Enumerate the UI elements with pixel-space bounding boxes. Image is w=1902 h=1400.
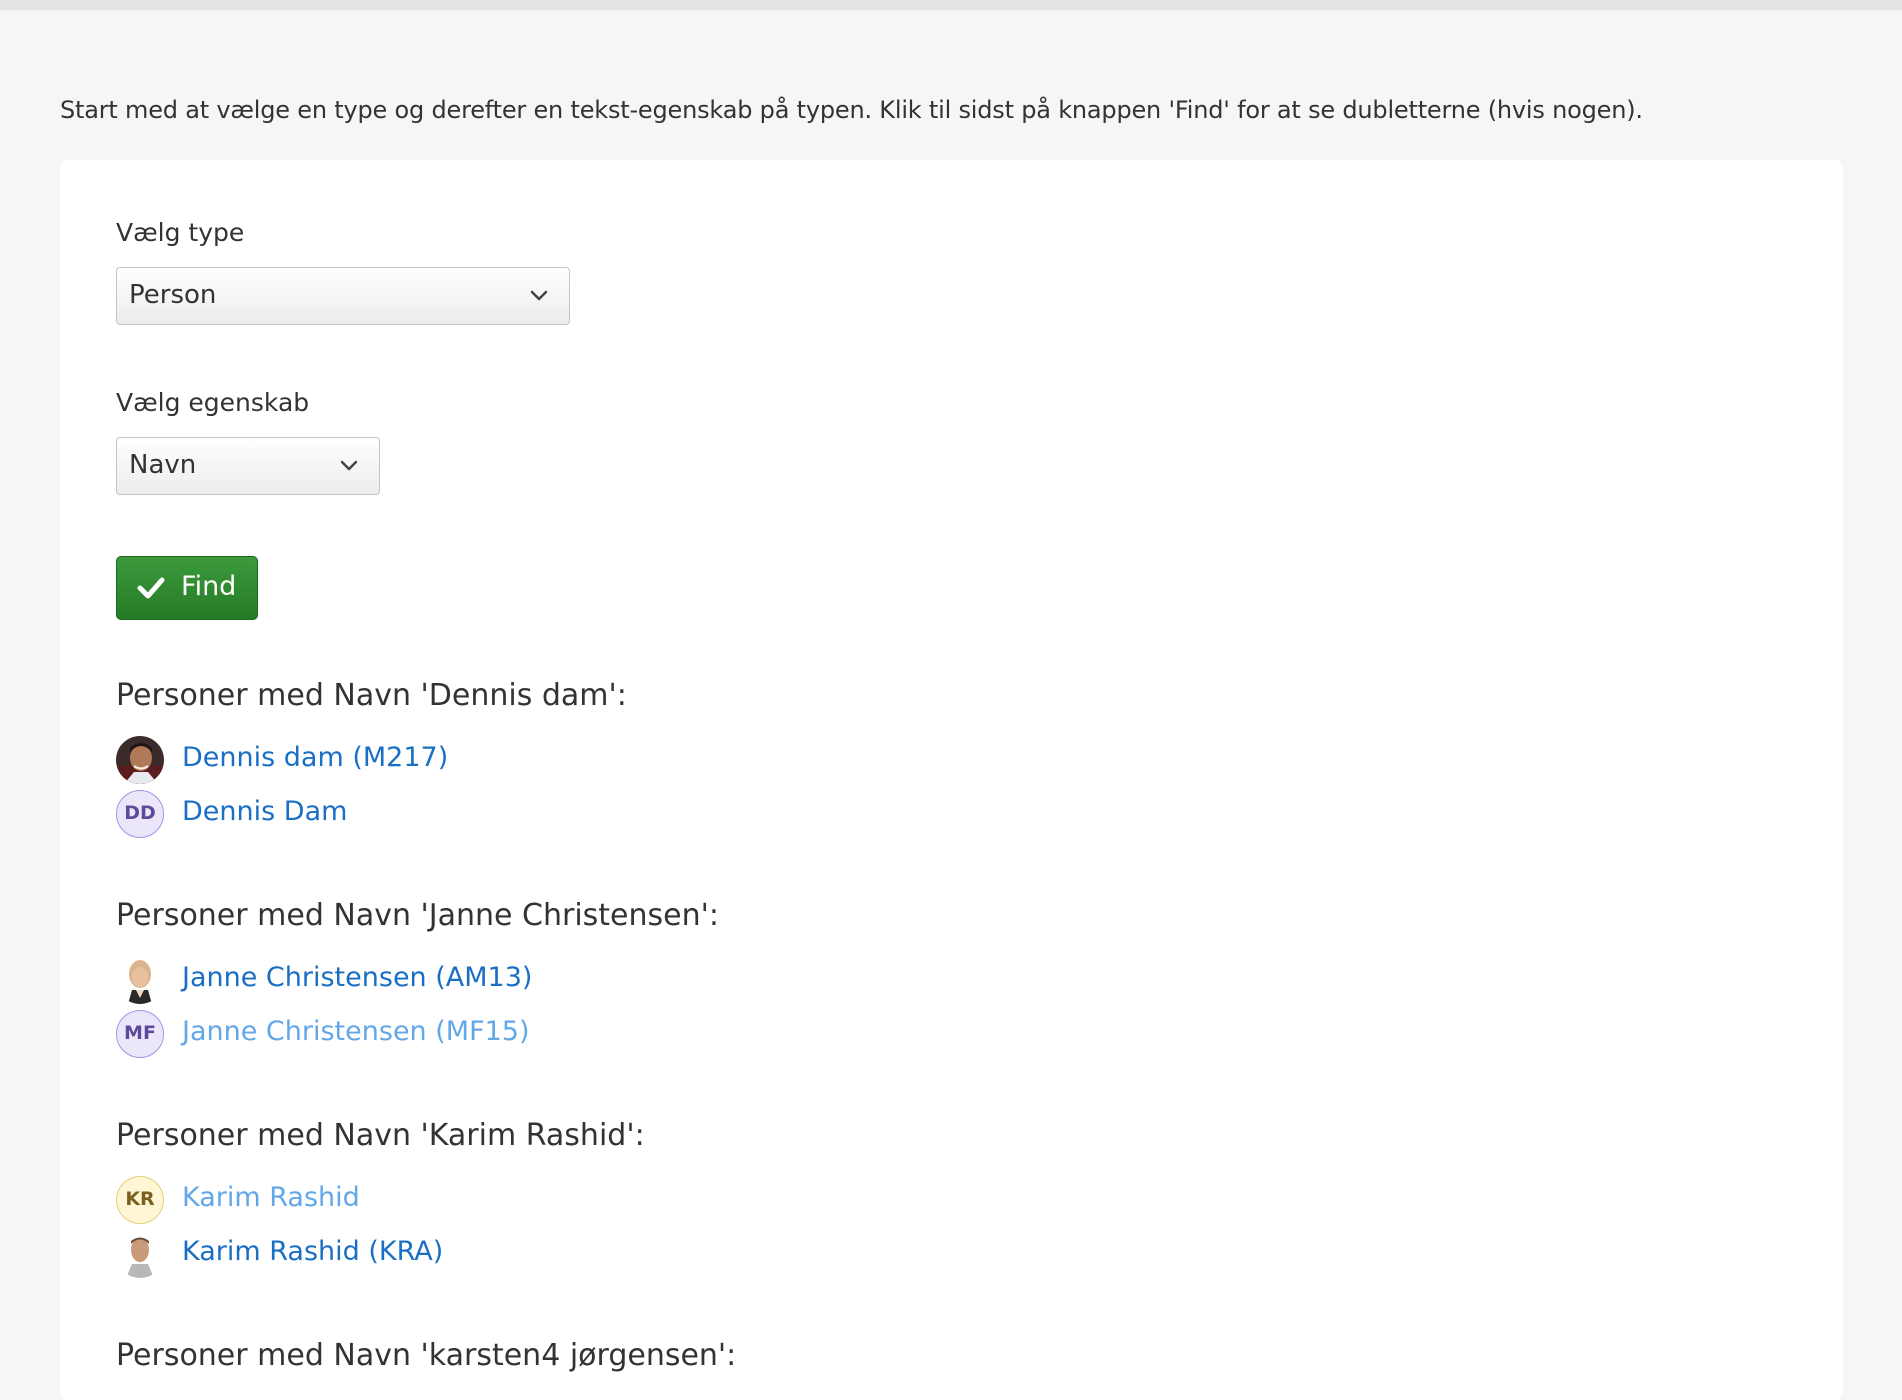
property-select[interactable]: Navn <box>116 437 380 495</box>
person-link: Dennis Dam <box>182 796 348 827</box>
duplicate-finder-card: Vælg type Person Vælg egenskab Navn Find… <box>60 160 1843 1400</box>
avatar <box>116 956 164 1004</box>
avatar: KR <box>116 1176 164 1224</box>
check-icon <box>137 577 165 599</box>
person-link: Janne Christensen (MF15) <box>182 1016 530 1047</box>
avatar: MF <box>116 1010 164 1058</box>
person-link: Karim Rashid <box>182 1182 360 1213</box>
group-title: Personer med Navn 'Karim Rashid': <box>116 1118 645 1153</box>
property-select-value: Navn <box>129 450 197 480</box>
person-photo-icon <box>116 1230 164 1278</box>
type-select[interactable]: Person <box>116 267 570 325</box>
property-label: Vælg egenskab <box>116 388 310 417</box>
chevron-down-icon <box>340 460 358 471</box>
find-button[interactable]: Find <box>116 556 258 620</box>
avatar <box>116 736 164 784</box>
person-photo-icon <box>116 736 164 784</box>
type-label: Vælg type <box>116 218 245 247</box>
chevron-down-icon <box>530 290 548 301</box>
group-title: Personer med Navn 'karsten4 jørgensen': <box>116 1338 737 1373</box>
person-link: Karim Rashid (KRA) <box>182 1236 444 1267</box>
intro-text: Start med at vælge en type og derefter e… <box>60 96 1643 124</box>
avatar: DD <box>116 790 164 838</box>
person-link: Janne Christensen (AM13) <box>182 962 533 993</box>
group-title: Personer med Navn 'Dennis dam': <box>116 678 627 713</box>
group-title: Personer med Navn 'Janne Christensen': <box>116 898 719 933</box>
avatar <box>116 1230 164 1278</box>
type-select-value: Person <box>129 280 217 310</box>
person-photo-icon <box>116 956 164 1004</box>
find-button-label: Find <box>181 571 237 602</box>
top-bar <box>0 0 1902 10</box>
person-link: Dennis dam (M217) <box>182 742 449 773</box>
